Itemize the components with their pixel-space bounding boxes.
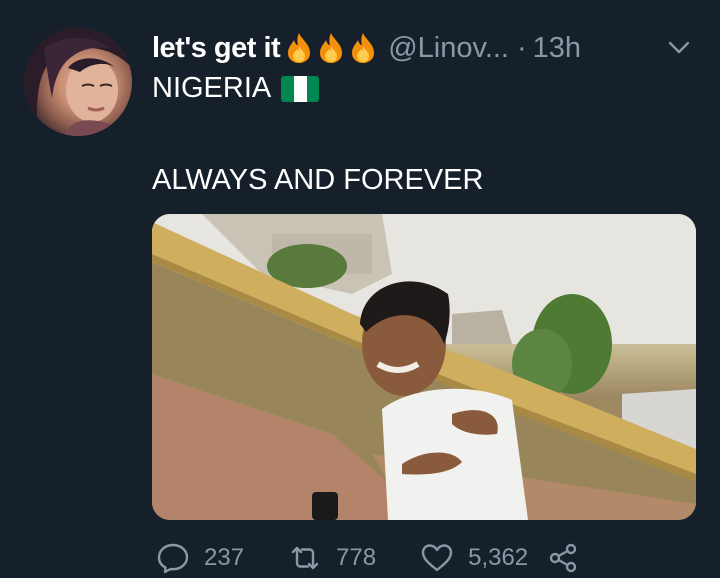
avatar[interactable] [24,28,132,136]
reply-count: 237 [204,544,245,571]
retweet-icon [291,546,319,570]
fire-emoji-icon [352,33,375,63]
tweet-text: ALWAYS AND FOREVER [152,164,484,196]
reply-button[interactable]: 237 [156,541,244,575]
share-button[interactable] [546,541,580,575]
retweet-button[interactable]: 778 [288,541,376,575]
tweet-header: let's get it @Linov... · 13h [152,28,692,68]
tweet-media-photo[interactable] [152,214,696,520]
user-handle[interactable]: @Linov... [388,32,509,65]
share-icon [549,543,577,573]
bio-text: NIGERIA [152,72,272,104]
fire-emoji-icon [320,33,343,63]
retweet-count: 778 [336,544,377,571]
separator-dot: · [517,31,527,64]
bio-line: NIGERIA [152,72,320,105]
tweet-actions: 237 778 5,362 [156,538,580,578]
tweet-timestamp[interactable]: 13h [533,32,581,65]
display-name[interactable]: let's get it [152,32,281,65]
like-icon [421,544,453,572]
like-button[interactable]: 5,362 [420,541,528,575]
avatar-photo [24,28,132,136]
reply-icon [157,543,189,574]
fire-emoji-icon [288,33,311,63]
photo-illustration [152,214,696,520]
like-count: 5,362 [468,544,529,571]
chevron-down-icon[interactable] [666,35,692,61]
nigeria-flag-icon [281,75,320,102]
